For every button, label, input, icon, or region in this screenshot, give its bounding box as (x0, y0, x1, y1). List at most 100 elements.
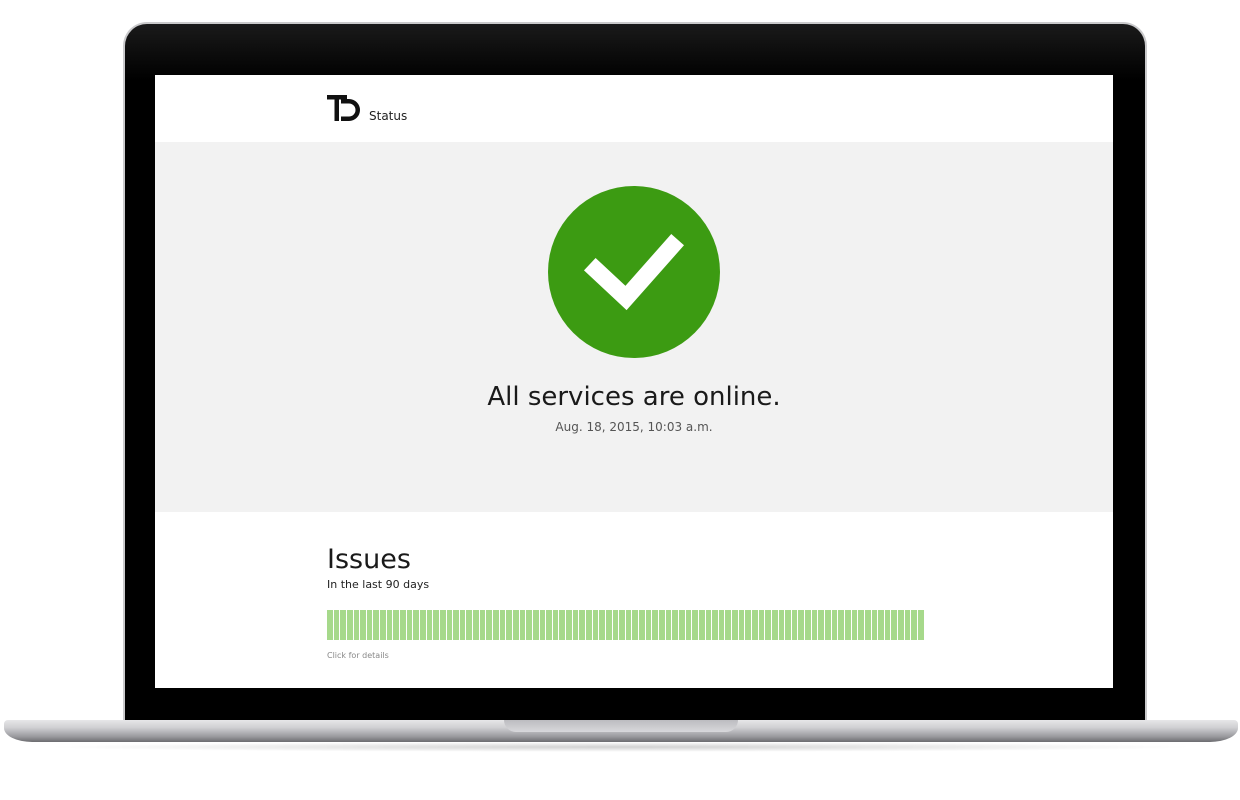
status-indicator (548, 186, 720, 358)
uptime-day-bar[interactable] (745, 610, 751, 640)
uptime-day-bar[interactable] (758, 610, 765, 640)
uptime-day-bar[interactable] (366, 610, 373, 640)
uptime-day-bar[interactable] (639, 610, 645, 640)
uptime-day-bar[interactable] (825, 610, 831, 640)
uptime-day-bar[interactable] (632, 610, 639, 640)
uptime-day-bar[interactable] (918, 610, 924, 640)
uptime-day-bar[interactable] (360, 610, 366, 640)
uptime-day-bar[interactable] (493, 610, 499, 640)
uptime-day-bar[interactable] (891, 610, 898, 640)
uptime-day-bar[interactable] (519, 610, 526, 640)
uptime-day-bar[interactable] (844, 610, 851, 640)
uptime-day-bar[interactable] (572, 610, 579, 640)
uptime-day-bar[interactable] (327, 610, 333, 640)
uptime-day-bar[interactable] (479, 610, 486, 640)
uptime-day-bar[interactable] (605, 610, 612, 640)
uptime-day-bar[interactable] (904, 610, 911, 640)
uptime-day-bar[interactable] (486, 610, 493, 640)
checkmark-icon (583, 234, 684, 311)
uptime-day-bar[interactable] (698, 610, 705, 640)
uptime-day-bar[interactable] (413, 610, 419, 640)
uptime-day-bar[interactable] (466, 610, 473, 640)
uptime-day-bar[interactable] (386, 610, 393, 640)
uptime-day-bar[interactable] (552, 610, 559, 640)
uptime-day-bar[interactable] (453, 610, 459, 640)
uptime-day-bar[interactable] (346, 610, 353, 640)
uptime-day-bar[interactable] (592, 610, 599, 640)
uptime-day-bar[interactable] (864, 610, 871, 640)
uptime-day-bar[interactable] (785, 610, 791, 640)
uptime-day-bar[interactable] (665, 610, 672, 640)
uptime-day-bar[interactable] (340, 610, 346, 640)
uptime-day-bar[interactable] (851, 610, 858, 640)
status-page: Status All services are online. Aug. 18,… (155, 75, 1113, 688)
uptime-day-bar[interactable] (499, 610, 506, 640)
uptime-day-bar[interactable] (439, 610, 446, 640)
laptop-notch (504, 720, 738, 732)
uptime-day-bar[interactable] (566, 610, 572, 640)
uptime-day-bar[interactable] (659, 610, 665, 640)
uptime-day-bar[interactable] (619, 610, 625, 640)
uptime-day-bar[interactable] (732, 610, 738, 640)
uptime-day-bar[interactable] (818, 610, 825, 640)
uptime-day-bar[interactable] (685, 610, 692, 640)
uptime-day-bar[interactable] (811, 610, 818, 640)
uptime-day-bar[interactable] (805, 610, 811, 640)
site-header: Status (155, 75, 1113, 142)
uptime-day-bar[interactable] (725, 610, 732, 640)
uptime-day-bar[interactable] (771, 610, 778, 640)
uptime-day-bar[interactable] (765, 610, 771, 640)
issues-title: Issues (327, 544, 411, 575)
uptime-day-bar[interactable] (838, 610, 844, 640)
uptime-day-bar[interactable] (506, 610, 512, 640)
uptime-day-bar[interactable] (858, 610, 864, 640)
uptime-day-bar[interactable] (678, 610, 685, 640)
uptime-day-bar[interactable] (645, 610, 652, 640)
uptime-day-bar[interactable] (898, 610, 904, 640)
uptime-day-bar[interactable] (426, 610, 433, 640)
uptime-day-bar[interactable] (459, 610, 466, 640)
td-logo-icon[interactable] (327, 95, 361, 123)
uptime-day-bar[interactable] (393, 610, 400, 640)
uptime-day-bar[interactable] (373, 610, 380, 640)
uptime-day-bar[interactable] (353, 610, 360, 640)
uptime-day-bar[interactable] (419, 610, 426, 640)
uptime-day-bar[interactable] (871, 610, 878, 640)
uptime-day-bar[interactable] (791, 610, 798, 640)
uptime-history-bar[interactable] (327, 610, 924, 640)
uptime-day-bar[interactable] (884, 610, 891, 640)
uptime-day-bar[interactable] (831, 610, 838, 640)
uptime-day-bar[interactable] (705, 610, 712, 640)
uptime-day-bar[interactable] (473, 610, 479, 640)
uptime-day-bar[interactable] (672, 610, 678, 640)
uptime-day-bar[interactable] (778, 610, 785, 640)
uptime-day-bar[interactable] (625, 610, 632, 640)
issues-section: Issues In the last 90 days Click for det… (155, 512, 1113, 688)
uptime-day-bar[interactable] (406, 610, 413, 640)
uptime-day-bar[interactable] (585, 610, 592, 640)
uptime-day-bar[interactable] (532, 610, 539, 640)
uptime-day-bar[interactable] (878, 610, 884, 640)
uptime-day-bar[interactable] (612, 610, 619, 640)
uptime-day-bar[interactable] (433, 610, 439, 640)
uptime-day-bar[interactable] (546, 610, 552, 640)
uptime-day-bar[interactable] (798, 610, 805, 640)
uptime-day-bar[interactable] (579, 610, 585, 640)
uptime-day-bar[interactable] (400, 610, 406, 640)
uptime-day-bar[interactable] (512, 610, 519, 640)
uptime-day-bar[interactable] (718, 610, 725, 640)
uptime-day-bar[interactable] (712, 610, 718, 640)
uptime-day-bar[interactable] (692, 610, 698, 640)
uptime-day-bar[interactable] (380, 610, 386, 640)
uptime-day-bar[interactable] (738, 610, 745, 640)
uptime-day-bar[interactable] (652, 610, 659, 640)
uptime-day-bar[interactable] (446, 610, 453, 640)
uptime-day-bar[interactable] (539, 610, 546, 640)
uptime-day-bar[interactable] (333, 610, 340, 640)
uptime-day-bar[interactable] (752, 610, 758, 640)
uptime-day-bar[interactable] (559, 610, 566, 640)
uptime-day-bar[interactable] (526, 610, 532, 640)
uptime-day-bar[interactable] (599, 610, 605, 640)
header-title: Status (369, 109, 408, 123)
uptime-day-bar[interactable] (911, 610, 918, 640)
